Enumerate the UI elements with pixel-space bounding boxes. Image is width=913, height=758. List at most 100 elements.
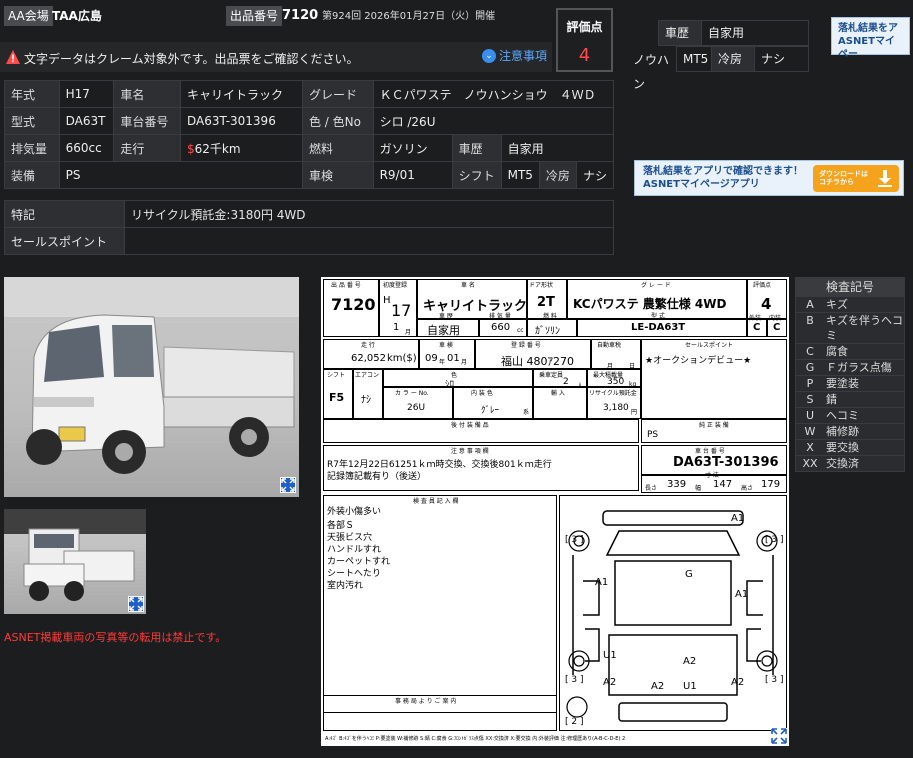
sheet-hgt: 179 (761, 479, 781, 490)
sheet-wid-key: 幅 (695, 485, 702, 492)
sheet-h-equip: 純 正 装 備 (699, 422, 729, 429)
sheet-int: C (773, 322, 781, 333)
legend-code: U (805, 409, 815, 422)
sheet-sales-cell (641, 339, 787, 419)
legend-desc: 腐食 (826, 345, 848, 358)
sheet-door: 2T (537, 295, 555, 310)
sheet-icolor-unit: 系 (523, 409, 530, 416)
spec-value: $62千km (179, 134, 303, 162)
notes-link[interactable]: ⌄ 注意事項 (482, 47, 547, 64)
legend-desc: ヘコミ (826, 409, 859, 422)
spec-value: DA63T-301396 (179, 107, 303, 135)
remarks-table: 特記 リサイクル預託金:3180円 4WD セールスポイント (4, 200, 614, 255)
mark-a1-right: A1 (735, 589, 749, 600)
legend-code: B (806, 314, 814, 327)
mark-a2-center: A2 (683, 656, 697, 667)
ac-value: ナシ (754, 46, 809, 72)
sheet-era: H (383, 295, 391, 306)
spec-value: DA63T (58, 107, 115, 135)
list-item: C 腐食 (796, 343, 904, 359)
shift-fragment: MT5 (676, 46, 712, 72)
sheet-color-cell (383, 369, 533, 387)
legend-code: W (804, 425, 816, 438)
sheet-insp-line-7: 室内汚れ (327, 581, 364, 591)
grade-fragment: ノウハン (627, 48, 679, 91)
app-banner-small[interactable]: 落札結果をア ASNETマイペー (831, 17, 910, 60)
spec-value: 自家用 (500, 134, 615, 162)
expand-icon[interactable] (280, 477, 296, 493)
mark-bracket-br: [ 3 ] (765, 675, 784, 685)
sheet-h-model: 型 式 (651, 313, 665, 320)
legend-code: X (806, 441, 814, 454)
spec-value: H17 (58, 80, 115, 108)
main-photo[interactable] (4, 277, 299, 497)
truck-photo-illustration (4, 277, 299, 474)
sheet-h-cno: カ ラ ー No. (395, 390, 429, 397)
legend-desc: 交換済 (826, 457, 859, 470)
expand-icon[interactable] (128, 596, 144, 612)
sheet-h-fuel: 燃 料 (543, 313, 557, 320)
car-damage-diagram (566, 510, 778, 722)
sheet-odo: 62,052 (351, 353, 386, 364)
auction-sheet[interactable]: 出 品 番 号 7120 初度登録 H 17 1 月 車 名 キャリイトラック … (321, 277, 789, 746)
sheet-insp-m: 01 (447, 353, 460, 364)
spec-value: ナシ (575, 161, 615, 189)
sheet-odo-unit: km($) (387, 353, 417, 364)
sheet-len: 339 (667, 479, 687, 490)
sheet-insp-line-1: 外装小傷多い (327, 507, 382, 517)
mark-bracket-tl: [ 3 ] (565, 535, 584, 545)
sheet-h-import: 輸 入 (551, 390, 565, 397)
sheet-shift: F5 (329, 391, 345, 404)
list-item: X 要交換 (796, 439, 904, 455)
sheet-ext: C (753, 322, 761, 333)
spec-key: シフト (451, 161, 502, 189)
list-item: S錆 (796, 391, 904, 407)
sheet-h-disp: 排 気 量 (489, 313, 511, 320)
spec-key: 車歴 (451, 134, 502, 162)
sales-point-key: セールスポイント (4, 227, 125, 255)
sheet-hgt-key: 高さ (741, 485, 754, 492)
sheet-sales: ★オークションデビュー★ (645, 356, 752, 366)
mark-g: G (685, 569, 693, 580)
sheet-grade: KCパワステ 農繁仕様 4WD (573, 297, 727, 311)
sheet-h-grade: グ レ ー ド (641, 282, 671, 289)
photo-warning: ASNET掲載車両の写真等の転用は禁止です。 (4, 631, 227, 644)
table-row: 排気量 660cc 走行 $62千km 燃料 ガソリン 車歴 自家用 (4, 134, 615, 162)
sheet-plate: 福山 480ｱ270 (501, 355, 574, 368)
mark-a1-left: A1 (595, 577, 609, 588)
remarks-value: リサイクル預託金:3180円 4WD (124, 200, 614, 228)
sheet-month: 1 (393, 322, 400, 333)
sheet-h-score: 評価点 (753, 282, 772, 289)
mileage-symbol: $ (186, 141, 195, 156)
expand-icon[interactable] (771, 728, 787, 744)
remarks-key: 特記 (4, 200, 125, 228)
spec-key: 冷房 (538, 161, 577, 189)
legend-desc: Ｆガラス点傷 (826, 361, 892, 374)
legend-code: G (805, 361, 815, 374)
spec-value: キャリイトラック (179, 80, 303, 108)
sheet-h-cap: 乗車定員 (539, 372, 564, 379)
sheet-h-icolor: 内 装 色 (471, 390, 493, 397)
sheet-h-first: 初度登録 (383, 282, 408, 289)
sheet-h-notes: 注 意 事 項 欄 (451, 448, 489, 455)
legend-desc: キズを伴うヘコミ (826, 314, 903, 342)
chevron-down-icon: ⌄ (482, 48, 496, 63)
mark-bracket-bottom: [ 2 ] (565, 717, 584, 727)
mark-a2-left: A2 (603, 677, 617, 688)
sheet-h-door: ドア形状 (529, 282, 554, 289)
download-button[interactable]: ダウンロードは コチラから (813, 165, 899, 192)
spec-value: R9/01 (372, 161, 453, 189)
spec-value: PS (58, 161, 303, 189)
list-item: XX 交換済 (796, 455, 904, 471)
sheet-h-rear: 後 付 装 備 品 (451, 422, 489, 429)
spec-value: 660cc (58, 134, 115, 162)
mark-u1-bottom: U1 (683, 681, 697, 692)
thumb-photo[interactable] (4, 509, 146, 614)
history-key: 車歴 (658, 20, 702, 46)
download-label-2: コチラから (819, 178, 854, 186)
mark-a1-top: A1 (731, 513, 745, 524)
spec-key: 車台番号 (113, 107, 181, 135)
legend-desc: キズ (826, 298, 848, 311)
legend-code: S (806, 393, 814, 406)
list-item: G Ｆガラス点傷 (796, 359, 904, 375)
